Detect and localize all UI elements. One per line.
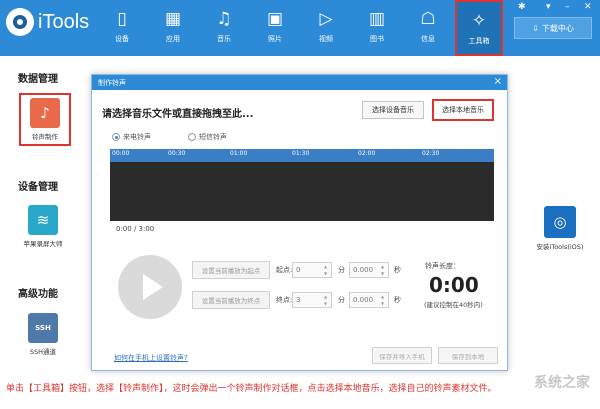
settings-icon[interactable]: ✱ [518, 2, 526, 12]
ringtone-length-value: 0:00 [429, 273, 479, 297]
set-end-button[interactable]: 设置当前播放为终点 [192, 291, 270, 309]
ringtone-length-label: 铃声长度： [425, 262, 460, 270]
section-data-management: 数据管理 [18, 74, 58, 85]
tick-label: 00:00 [112, 150, 130, 157]
playback-position: 0:00 / 3:00 [116, 225, 155, 233]
video-icon: ▷ [319, 9, 333, 29]
timeline-ruler: 00:00 00:30 01:00 01:30 02:00 02:30 [110, 149, 494, 162]
radio-sms-tone[interactable]: 短信铃声 [188, 132, 227, 142]
select-local-music-button[interactable]: 选择本地音乐 [432, 99, 494, 121]
photo-icon: ▣ [266, 9, 284, 29]
ssh-icon: SSH [28, 313, 58, 343]
nav-messages[interactable]: ☖ 信息 [404, 0, 452, 56]
end-minute-input[interactable]: 3 [292, 292, 332, 308]
nav-photos[interactable]: ▣ 照片 [251, 0, 299, 56]
nav-apps[interactable]: ▦ 应用 [149, 0, 197, 56]
ssh-tunnel-tool[interactable]: SSH SSH通道 [18, 313, 68, 356]
minute-unit: 分 [338, 296, 345, 304]
phone-icon: ▯ [117, 9, 127, 29]
save-local-button[interactable]: 保存到本地 [438, 347, 498, 364]
nav-toolbox[interactable]: ✧ 工具箱 [455, 0, 503, 56]
nav-music[interactable]: ♫ 音乐 [200, 0, 248, 56]
dialog-header: 请选择音乐文件或直接拖拽至此... [102, 109, 254, 120]
message-icon: ☖ [420, 9, 436, 29]
waveform-area[interactable]: 00:00 00:30 01:00 01:30 02:00 02:30 [110, 149, 494, 221]
minute-unit: 分 [338, 266, 345, 274]
instruction-caption: 单击【工具箱】按钮，选择【铃声制作】，这时会弹出一个铃声制作对话框，点击选择本地… [6, 384, 497, 394]
tick-label: 02:00 [358, 150, 376, 157]
ringtone-length-note: (建议控制在40秒内) [424, 301, 483, 309]
minimize-icon[interactable]: – [565, 2, 570, 12]
start-second-input[interactable]: 0.000 [349, 262, 389, 278]
end-second-input[interactable]: 0.000 [349, 292, 389, 308]
nav-books[interactable]: ▥ 图书 [353, 0, 401, 56]
top-bar: iTools ▯ 设备 ▦ 应用 ♫ 音乐 ▣ 照片 ▷ 视频 ▥ 图书 ☖ 信息 ✧ 工具箱 … [0, 0, 600, 56]
app-name: iTools [38, 10, 90, 33]
section-device-management: 设备管理 [18, 182, 58, 193]
close-icon[interactable]: ✕ [584, 2, 592, 12]
download-center-button[interactable]: ⇩ 下载中心 [514, 17, 592, 39]
start-minute-input[interactable]: 0 [292, 262, 332, 278]
save-import-button[interactable]: 保存并导入手机 [372, 347, 432, 364]
tick-label: 01:30 [292, 150, 310, 157]
start-label: 起点: [276, 266, 293, 274]
second-unit: 秒 [394, 266, 401, 274]
radio-dot [112, 133, 120, 141]
main-nav: ▯ 设备 ▦ 应用 ♫ 音乐 ▣ 照片 ▷ 视频 ▥ 图书 ☖ 信息 ✧ 工具箱 [98, 0, 506, 56]
play-button[interactable] [118, 255, 182, 319]
toolbox-icon: ✧ [471, 11, 487, 31]
section-advanced: 高级功能 [18, 289, 58, 300]
select-device-music-button[interactable]: 选择设备音乐 [362, 101, 424, 119]
ringtone-dialog: 制作铃声 × 请选择音乐文件或直接拖拽至此... 选择设备音乐 选择本地音乐 来… [91, 74, 508, 371]
app-logo: iTools [6, 8, 89, 36]
dialog-close-icon[interactable]: × [494, 76, 502, 87]
second-unit: 秒 [394, 296, 401, 304]
ringtone-maker-tool[interactable]: ♪ 铃声制作 [19, 93, 71, 146]
end-label: 终点: [276, 296, 293, 304]
radio-dot [188, 133, 196, 141]
tick-label: 00:30 [168, 150, 186, 157]
install-itools-tool[interactable]: ◎ 安装iTools(iOS) [530, 206, 590, 251]
menu-icon[interactable]: ▾ [546, 2, 551, 12]
itools-logo-icon [6, 8, 34, 36]
bell-icon: ♪ [30, 98, 60, 128]
tick-label: 01:00 [230, 150, 248, 157]
wifi-screen-icon: ≋ [28, 205, 58, 235]
apps-icon: ▦ [164, 9, 182, 29]
set-start-button[interactable]: 设置当前播放为起点 [192, 261, 270, 279]
airplay-recorder-tool[interactable]: ≋ 苹果录屏大师 [18, 205, 68, 248]
radio-ringtone[interactable]: 来电铃声 [112, 132, 151, 142]
music-icon: ♫ [216, 9, 232, 29]
download-icon: ⇩ [532, 23, 539, 33]
nav-device[interactable]: ▯ 设备 [98, 0, 146, 56]
itools-install-icon: ◎ [544, 206, 576, 238]
nav-video[interactable]: ▷ 视频 [302, 0, 350, 56]
book-icon: ▥ [368, 9, 386, 29]
tick-label: 02:30 [422, 150, 440, 157]
help-link[interactable]: 如何在手机上设置铃声? [114, 353, 188, 363]
dialog-titlebar: 制作铃声 × [92, 75, 507, 90]
